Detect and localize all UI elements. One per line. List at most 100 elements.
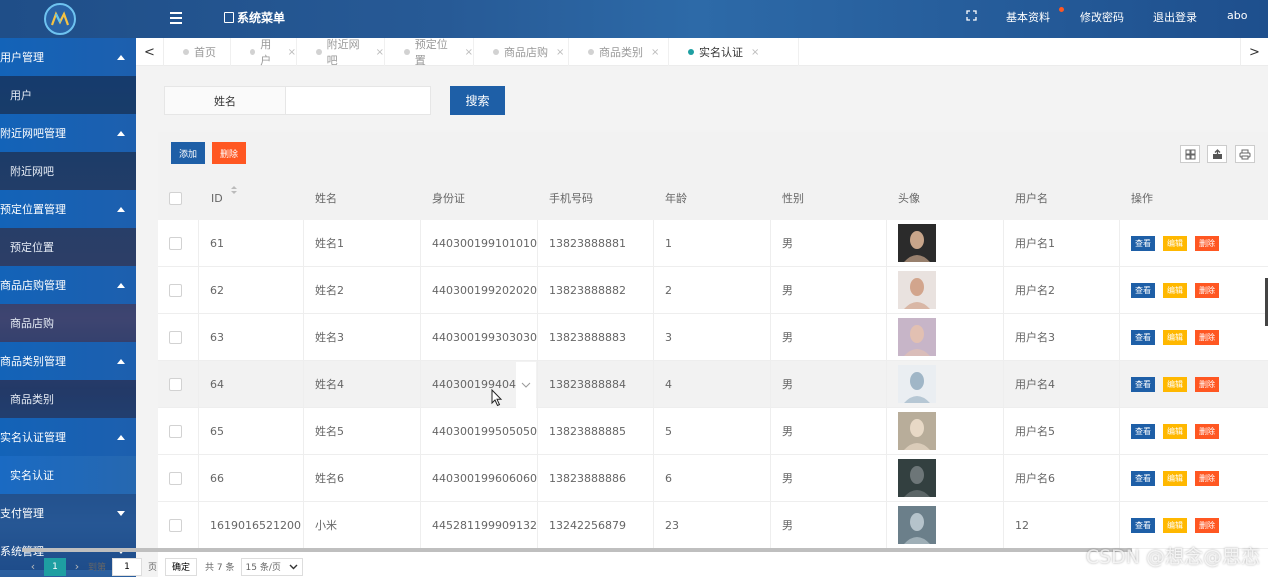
view-button[interactable]: 查看 [1131,423,1155,439]
row-checkbox[interactable] [169,518,182,532]
delete-row-button[interactable]: 删除 [1195,517,1219,533]
table-row[interactable]: 66姓名644030019960606000138238888866男用户名6查… [158,455,1268,502]
tab-5[interactable]: 商品类别 × [569,38,669,66]
close-icon[interactable]: × [288,47,296,58]
cell-actions: 查看 编辑 删除 [1120,455,1268,501]
next-page-button[interactable]: › [66,558,88,576]
edit-button[interactable]: 编辑 [1163,329,1187,345]
goto-page-input[interactable] [112,557,143,576]
table-row[interactable]: 65姓名544030019950505000138238888855男用户名5查… [158,408,1268,455]
tab-0[interactable]: 首页 [164,38,231,66]
menu-toggle-icon[interactable] [170,12,182,24]
close-icon[interactable]: × [376,47,384,58]
current-page-button[interactable]: 1 [44,557,66,576]
sidebar-item-1[interactable]: 附近网吧 [0,152,136,190]
search-button[interactable]: 搜索 [450,86,505,115]
select-all-checkbox[interactable] [169,191,182,205]
row-checkbox[interactable] [169,471,182,485]
horizontal-scrollbar[interactable] [22,548,1132,552]
logout-link[interactable]: 退出登录 [1153,9,1197,25]
tab-1[interactable]: 用户 × [231,38,297,67]
close-icon[interactable]: × [465,47,473,58]
edit-button[interactable]: 编辑 [1163,235,1187,251]
add-button[interactable]: 添加 [171,142,205,164]
sidebar-group-0[interactable]: 用户管理 [0,38,136,76]
close-icon[interactable]: × [556,47,564,58]
page-size-select[interactable]: 15 条/页 [240,557,303,576]
search-name-input[interactable] [286,86,431,115]
delete-row-button[interactable]: 删除 [1195,282,1219,298]
edit-button[interactable]: 编辑 [1163,517,1187,533]
row-checkbox[interactable] [169,283,182,297]
tab-4[interactable]: 商品店购 × [474,38,569,66]
basic-info-link[interactable]: 基本资料 [1006,9,1050,25]
view-button[interactable]: 查看 [1131,329,1155,345]
table-row[interactable]: 62姓名244030019920202000138238888822男用户名2查… [158,267,1268,314]
view-button[interactable]: 查看 [1131,470,1155,486]
current-username[interactable]: abo [1227,9,1247,22]
goto-confirm-button[interactable]: 确定 [165,557,198,576]
print-icon[interactable] [1235,145,1255,163]
sidebar-group-5[interactable]: 实名认证管理 [0,418,136,456]
sidebar-item-4[interactable]: 商品类别 [0,380,136,418]
delete-row-button[interactable]: 删除 [1195,376,1219,392]
column-header-ops[interactable]: 操作 [1120,176,1268,220]
view-button[interactable]: 查看 [1131,235,1155,251]
column-header-id[interactable]: ID [199,176,303,220]
view-button[interactable]: 查看 [1131,517,1155,533]
tab-3[interactable]: 预定位置 × [385,38,474,67]
close-icon[interactable]: × [651,47,659,58]
sidebar-group-6[interactable]: 支付管理 [0,494,136,532]
tab-2[interactable]: 附近网吧 × [297,38,385,67]
edit-button[interactable]: 编辑 [1163,470,1187,486]
sidebar-group-3[interactable]: 商品店购管理 [0,266,136,304]
edit-button[interactable]: 编辑 [1163,282,1187,298]
sidebar-item-5[interactable]: 实名认证 [0,456,136,494]
fullscreen-icon[interactable] [966,10,977,21]
view-button[interactable]: 查看 [1131,376,1155,392]
row-checkbox[interactable] [169,330,182,344]
sidebar-group-label: 支付管理 [0,507,44,520]
table-row[interactable]: 63姓名344030019930303000138238888833男用户名3查… [158,314,1268,361]
tab-6[interactable]: 实名认证 × [669,38,799,66]
row-checkbox[interactable] [169,236,182,250]
tab-scroll-left-button[interactable]: < [136,38,164,66]
edit-button[interactable]: 编辑 [1163,376,1187,392]
table-row[interactable]: 61姓名144030019910101000138238888811男用户名1查… [158,220,1268,267]
column-header-phone[interactable]: 手机号码 [538,176,654,220]
column-header-avatar[interactable]: 头像 [887,176,1004,220]
chevron-down-icon[interactable] [516,362,536,408]
row-checkbox[interactable] [169,377,182,391]
view-button[interactable]: 查看 [1131,282,1155,298]
sort-icon[interactable] [230,186,237,194]
column-header-username[interactable]: 用户名 [1004,176,1120,220]
tab-scroll-right-button[interactable]: > [1240,38,1268,66]
delete-row-button[interactable]: 删除 [1195,235,1219,251]
column-header-gender[interactable]: 性别 [771,176,887,220]
cell-username: 用户名4 [1004,361,1120,407]
column-header-name[interactable]: 姓名 [304,176,421,220]
delete-row-button[interactable]: 删除 [1195,423,1219,439]
sidebar-item-3[interactable]: 商品店购 [0,304,136,342]
batch-delete-button[interactable]: 删除 [212,142,246,164]
delete-row-button[interactable]: 删除 [1195,470,1219,486]
tab-label: 用户 [260,38,272,67]
sidebar-item-0[interactable]: 用户 [0,76,136,114]
prev-page-button[interactable]: ‹ [22,558,44,576]
close-icon[interactable]: × [751,47,759,58]
sidebar-group-2[interactable]: 预定位置管理 [0,190,136,228]
filter-columns-icon[interactable] [1180,145,1200,163]
column-header-age[interactable]: 年龄 [654,176,771,220]
table-row[interactable]: 64 姓名4 44030019940404 13823888884 4 男用户名4 查看 编辑… [158,361,1268,408]
sidebar-group-1[interactable]: 附近网吧管理 [0,114,136,152]
change-password-link[interactable]: 修改密码 [1080,9,1124,25]
avatar-image [898,224,936,262]
top-header: 系统菜单 基本资料 修改密码 退出登录 abo [0,0,1268,38]
delete-row-button[interactable]: 删除 [1195,329,1219,345]
column-header-idcard[interactable]: 身份证 [421,176,538,220]
sidebar-group-4[interactable]: 商品类别管理 [0,342,136,380]
export-icon[interactable] [1207,145,1227,163]
edit-button[interactable]: 编辑 [1163,423,1187,439]
row-checkbox[interactable] [169,424,182,438]
sidebar-item-2[interactable]: 预定位置 [0,228,136,266]
